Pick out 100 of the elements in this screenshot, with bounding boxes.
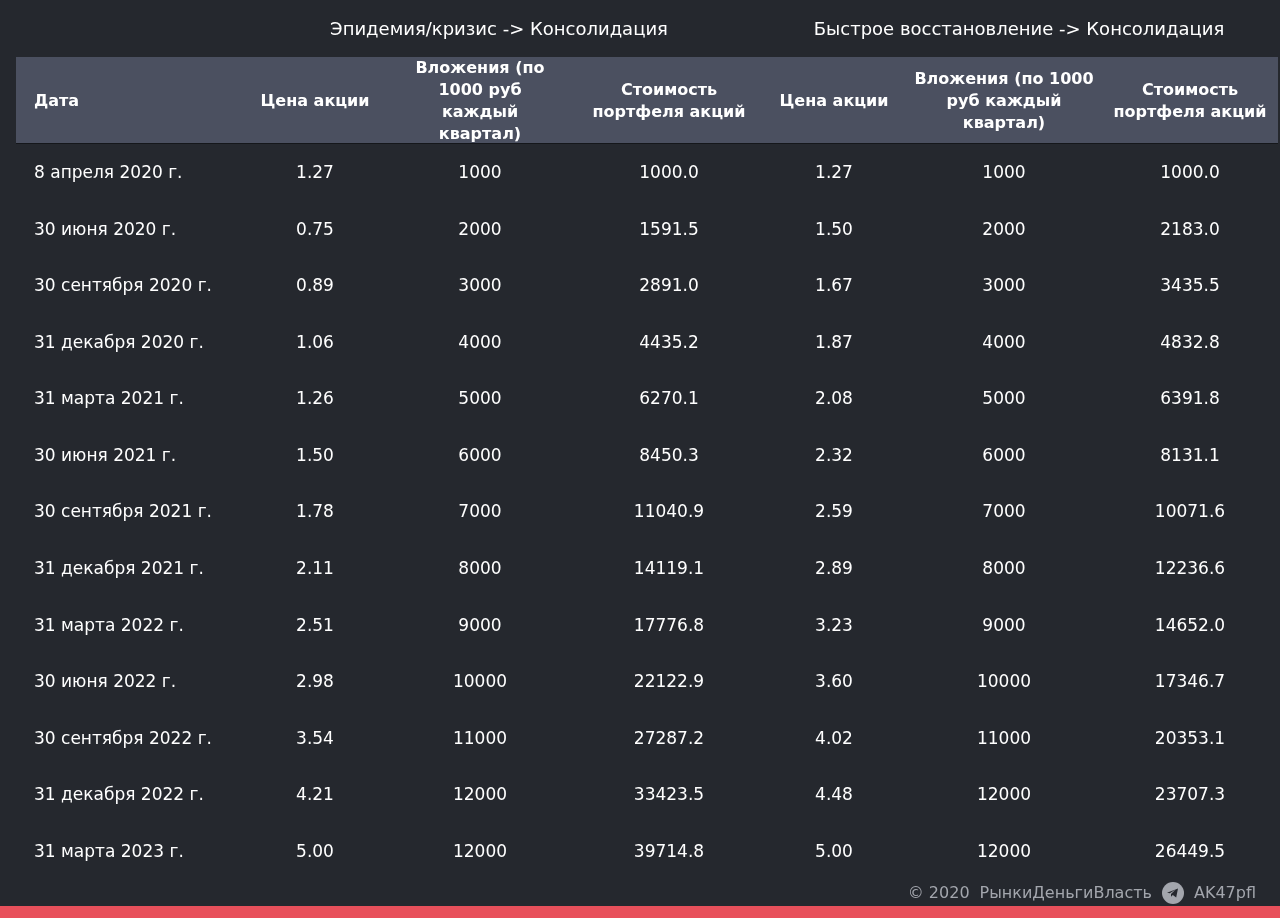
table-cell-text: 26449.5 (1153, 841, 1227, 862)
table-cell-text: 14119.1 (632, 558, 706, 579)
table-cell-text: 2.32 (814, 444, 854, 465)
table-cell-text: 1000.0 (638, 161, 700, 182)
table-cell-text: 12000 (451, 841, 509, 862)
table-cell-text: 11000 (451, 727, 509, 748)
table-cell-text: 10000 (451, 671, 509, 692)
table-cell-text: 27287.2 (632, 727, 706, 748)
table-cell-text: 1.06 (295, 331, 335, 352)
table-cell-text: 9000 (457, 614, 503, 635)
column-header: Вложения (по 1000 руб каждый квартал) (414, 56, 546, 145)
table-cell-text: 22122.9 (632, 671, 706, 692)
table-cell-text: 10000 (975, 671, 1033, 692)
table-cell-text: 1000 (981, 161, 1027, 182)
column-header: Стоимость портфеля акций (1112, 78, 1268, 123)
table-cell-text: 1.50 (295, 444, 335, 465)
table-cell-text: 2.08 (814, 388, 854, 409)
table-cell-text: 12000 (975, 784, 1033, 805)
table-cell-text: 8000 (981, 558, 1027, 579)
table-cell-text: 17346.7 (1153, 671, 1227, 692)
table-cell-text: 4435.2 (638, 331, 700, 352)
table-cell-text: 6270.1 (638, 388, 700, 409)
table-cell-text: 1.87 (814, 331, 854, 352)
table-cell-text: 3.60 (814, 671, 854, 692)
table-cell-text: 1.27 (814, 161, 854, 182)
table-cell-text: 12000 (975, 841, 1033, 862)
table-cell-text: 30 сентября 2020 г. (33, 275, 213, 296)
table-cell-text: 20353.1 (1153, 727, 1227, 748)
column-header: Стоимость портфеля акций (591, 78, 747, 123)
paper-plane-icon (1161, 881, 1184, 904)
table-cell-text: 0.75 (295, 218, 335, 239)
table-cell-text: 3.23 (814, 614, 854, 635)
table-cell-text: 39714.8 (632, 841, 706, 862)
table-cell-text: 11000 (975, 727, 1033, 748)
table-cell-text: 6000 (981, 444, 1027, 465)
column-header: Цена акции (259, 89, 371, 112)
table-cell-text: 1.78 (295, 501, 335, 522)
table-cell-text: 1.26 (295, 388, 335, 409)
table-cell-text: 7000 (981, 501, 1027, 522)
table-cell-text: 2.89 (814, 558, 854, 579)
table-cell-text: 8000 (457, 558, 503, 579)
table-cell-text: 33423.5 (632, 784, 706, 805)
table-cell-text: 4.02 (814, 727, 854, 748)
table-cell-text: 10071.6 (1153, 501, 1227, 522)
table-cell-text: 5.00 (295, 841, 335, 862)
table-cell-text: 6391.8 (1159, 388, 1221, 409)
table-cell-text: 3000 (981, 275, 1027, 296)
table-cell-text: 30 июня 2020 г. (33, 218, 178, 239)
table-cell-text: 2.98 (295, 671, 335, 692)
table-cell-text: 1.50 (814, 218, 854, 239)
table-cell-text: 4000 (457, 331, 503, 352)
table-cell-text: 31 марта 2021 г. (33, 388, 185, 409)
table-cell-text: 30 июня 2022 г. (33, 671, 178, 692)
table-cell-text: 4.21 (295, 784, 335, 805)
column-header: Цена акции (778, 89, 890, 112)
table-cell-text: 1000 (457, 161, 503, 182)
table-cell-text: 17776.8 (632, 614, 706, 635)
table-cell-text: 1000.0 (1159, 161, 1221, 182)
table-cell-text: 7000 (457, 501, 503, 522)
table-cell-text: 4832.8 (1159, 331, 1221, 352)
table-cell-text: 4.48 (814, 784, 854, 805)
table-cell-text: 1.27 (295, 161, 335, 182)
table-cell-text: 5000 (457, 388, 503, 409)
table-cell-text: 2183.0 (1159, 218, 1221, 239)
table-cell-text: 3000 (457, 275, 503, 296)
table-cell-text: 0.89 (295, 275, 335, 296)
table-cell-text: 12000 (451, 784, 509, 805)
table-cell-text: 5000 (981, 388, 1027, 409)
column-header: Дата (33, 89, 81, 112)
table-cell-text: 14652.0 (1153, 614, 1227, 635)
table-cell-text: 31 декабря 2020 г. (33, 331, 205, 352)
table-cell-text: 2000 (457, 218, 503, 239)
table-cell-text: 2.11 (295, 558, 335, 579)
copyright-text: © 2020 (907, 883, 970, 903)
table-cell-text: 11040.9 (632, 501, 706, 522)
table-cell-text: 3435.5 (1159, 275, 1221, 296)
channel-name: AK47pfl (1193, 883, 1256, 903)
table-cell-text: 8450.3 (638, 444, 700, 465)
table-cell-text: 4000 (981, 331, 1027, 352)
table-cell-text: 31 декабря 2022 г. (33, 784, 205, 805)
table-cell-text: 31 марта 2023 г. (33, 841, 185, 862)
table-cell-text: 1591.5 (638, 218, 700, 239)
table-cell-text: 8131.1 (1159, 444, 1221, 465)
table-cell-text: 5.00 (814, 841, 854, 862)
table-cell-text: 12236.6 (1153, 558, 1227, 579)
table-cell-text: 3.54 (295, 727, 335, 748)
table-cell-text: 2000 (981, 218, 1027, 239)
column-header: Вложения (по 1000 руб каждый квартал) (913, 67, 1095, 134)
group-heading: Быстрое восстановление -> Консолидация (813, 17, 1225, 39)
table-cell-text: 2.59 (814, 501, 854, 522)
table-cell-text: 2.51 (295, 614, 335, 635)
table-cell-text: 6000 (457, 444, 503, 465)
brand-name: РынкиДеньгиВласть (979, 883, 1152, 903)
table-cell-text: 30 сентября 2021 г. (33, 501, 213, 522)
table-cell-text: 1.67 (814, 275, 854, 296)
table-cell-text: 30 сентября 2022 г. (33, 727, 213, 748)
table-cell-text: 23707.3 (1153, 784, 1227, 805)
table-cell-text: 9000 (981, 614, 1027, 635)
table-cell-text: 30 июня 2021 г. (33, 444, 178, 465)
table-cell-text: 31 марта 2022 г. (33, 614, 185, 635)
